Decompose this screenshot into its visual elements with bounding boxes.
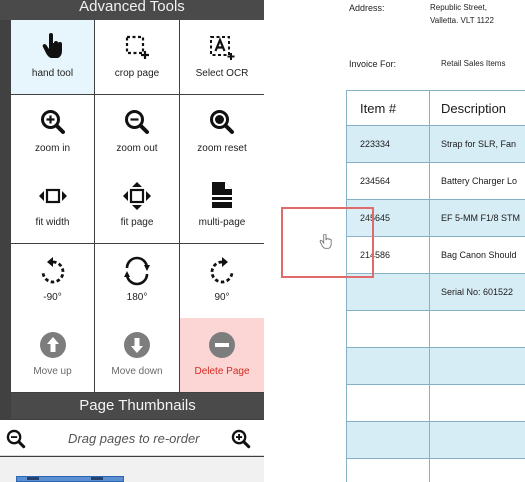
select-ocr-icon bbox=[180, 33, 264, 61]
table-header-row: Item # Description bbox=[347, 90, 525, 126]
select-ocr-button[interactable]: Select OCR bbox=[180, 20, 264, 94]
table-row bbox=[347, 311, 525, 348]
description-cell: Serial No: 601522 bbox=[441, 287, 514, 297]
hand-tool-label: hand tool bbox=[31, 68, 74, 79]
table-row: Serial No: 601522 bbox=[347, 274, 525, 311]
fit-page-button[interactable]: fit page bbox=[95, 169, 179, 243]
invoice-table: Item # Description 223334 Strap for SLR,… bbox=[346, 90, 525, 482]
thumbnail-zoom-in-icon[interactable] bbox=[231, 429, 251, 454]
delete-page-button[interactable]: Delete Page bbox=[180, 318, 264, 392]
zoom-reset-icon bbox=[180, 108, 264, 136]
column-header-description: Description bbox=[441, 101, 507, 116]
zoom-reset-button[interactable]: zoom reset bbox=[180, 94, 264, 169]
zoom-out-label: zoom out bbox=[116, 142, 158, 154]
page-thumbnails-title: Page Thumbnails bbox=[11, 393, 264, 419]
rotate-180-button[interactable]: 180° bbox=[95, 243, 179, 318]
multi-page-icon bbox=[180, 182, 264, 210]
fit-width-button[interactable]: fit width bbox=[11, 169, 94, 243]
column-divider bbox=[429, 90, 430, 482]
invoice-for-label: Invoice For: bbox=[349, 59, 397, 69]
fit-width-icon bbox=[11, 182, 94, 210]
advanced-tools-title: Advanced Tools bbox=[0, 0, 264, 20]
rotate-right-button[interactable]: 90° bbox=[180, 243, 264, 318]
multi-page-button[interactable]: multi-page bbox=[180, 169, 264, 243]
crop-page-button[interactable]: crop page bbox=[95, 20, 179, 94]
table-row bbox=[347, 348, 525, 385]
arrow-up-circle-icon bbox=[11, 331, 94, 359]
zoom-out-button[interactable]: zoom out bbox=[95, 94, 179, 169]
item-cell: 223334 bbox=[360, 139, 391, 149]
table-row bbox=[347, 422, 525, 459]
thumbnail-marker bbox=[91, 477, 103, 480]
zoom-in-icon bbox=[11, 108, 94, 136]
fit-page-label: fit page bbox=[120, 217, 154, 228]
advanced-tools-panel: Advanced Tools hand tool crop page Selec… bbox=[0, 0, 264, 482]
table-row: 234564 Battery Charger Lo bbox=[347, 163, 525, 200]
rotate-left-icon bbox=[11, 256, 94, 285]
tool-grid: hand tool crop page Select OCR zoom in z… bbox=[11, 20, 264, 392]
move-down-label: Move down bbox=[111, 366, 163, 377]
description-cell: Battery Charger Lo bbox=[441, 176, 518, 186]
fit-width-label: fit width bbox=[35, 217, 70, 228]
move-down-button[interactable]: Move down bbox=[95, 318, 179, 392]
invoice-for-value: Retail Sales Items bbox=[441, 59, 506, 68]
fit-page-icon bbox=[95, 182, 179, 210]
delete-page-label: Delete Page bbox=[194, 366, 250, 377]
address-line-2: Valletta. VLT 1122 bbox=[430, 16, 494, 25]
rotate-left-button[interactable]: -90° bbox=[11, 243, 94, 318]
page-thumbnail[interactable] bbox=[16, 476, 124, 482]
rotate-left-label: -90° bbox=[43, 291, 62, 303]
minus-circle-icon bbox=[180, 331, 264, 359]
item-cell: 234564 bbox=[360, 176, 391, 186]
table-row bbox=[347, 385, 525, 422]
address-label: Address: bbox=[349, 3, 385, 13]
table-row: 223334 Strap for SLR, Fan bbox=[347, 126, 525, 163]
rotate-180-label: 180° bbox=[126, 291, 148, 303]
thumbnail-zoom-out-icon[interactable] bbox=[6, 429, 26, 454]
hand-cursor-icon bbox=[319, 233, 333, 255]
select-ocr-label: Select OCR bbox=[195, 68, 249, 79]
rotate-180-icon bbox=[95, 256, 179, 285]
rotate-right-label: 90° bbox=[214, 291, 230, 303]
zoom-reset-label: zoom reset bbox=[197, 142, 247, 154]
description-cell: EF 5-MM F1/8 STM bbox=[441, 213, 521, 223]
hand-tool-button[interactable]: hand tool bbox=[11, 20, 94, 94]
zoom-in-label: zoom in bbox=[34, 142, 70, 154]
description-cell: Strap for SLR, Fan bbox=[441, 139, 517, 149]
thumbnail-toolbar: Drag pages to re-order bbox=[0, 420, 264, 456]
arrow-down-circle-icon bbox=[95, 331, 179, 359]
move-up-label: Move up bbox=[33, 366, 72, 377]
crop-page-icon bbox=[95, 33, 179, 61]
drag-reorder-hint: Drag pages to re-order bbox=[68, 431, 200, 446]
crop-page-label: crop page bbox=[114, 68, 160, 79]
move-up-button[interactable]: Move up bbox=[11, 318, 94, 392]
rotate-right-icon bbox=[180, 256, 264, 285]
hand-icon bbox=[11, 33, 94, 61]
thumbnail-list bbox=[0, 457, 264, 482]
address-line-1: Republic Street, bbox=[430, 3, 487, 12]
thumbnail-marker bbox=[27, 477, 39, 480]
column-header-item: Item # bbox=[360, 101, 397, 116]
table-row bbox=[347, 459, 525, 482]
zoom-out-icon bbox=[95, 108, 179, 136]
zoom-in-button[interactable]: zoom in bbox=[11, 94, 94, 169]
description-cell: Bag Canon Should bbox=[441, 250, 517, 260]
multi-page-label: multi-page bbox=[198, 217, 246, 228]
